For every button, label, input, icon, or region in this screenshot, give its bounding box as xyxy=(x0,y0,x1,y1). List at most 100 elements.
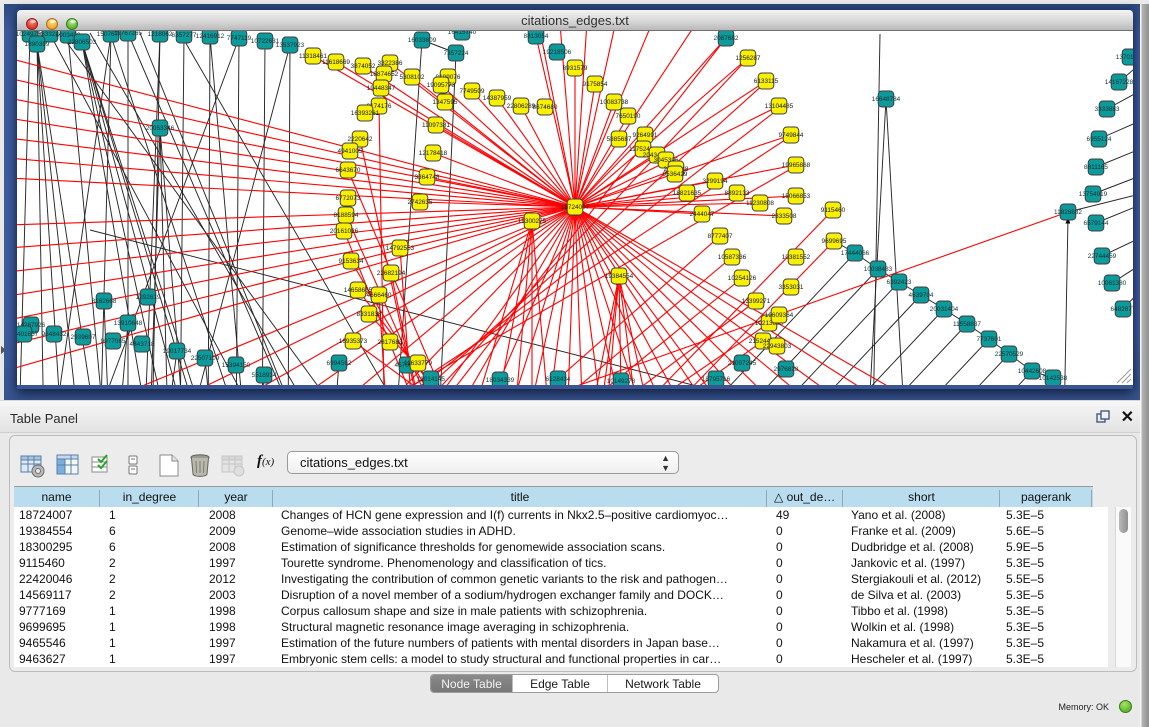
svg-text:16648784: 16648784 xyxy=(872,96,901,103)
svg-text:22806503: 22806503 xyxy=(68,39,97,46)
svg-text:1347595: 1347595 xyxy=(433,99,458,106)
svg-text:12416912: 12416912 xyxy=(196,33,225,40)
svg-text:13754919: 13754919 xyxy=(1079,191,1108,198)
svg-text:8931579: 8931579 xyxy=(563,65,588,72)
svg-text:11014145: 11014145 xyxy=(417,376,445,383)
svg-text:6133115: 6133115 xyxy=(754,78,779,85)
svg-text:13701506: 13701506 xyxy=(1116,54,1133,61)
svg-text:7737601: 7737601 xyxy=(977,336,1002,343)
svg-text:22570529: 22570529 xyxy=(995,351,1024,358)
svg-text:7747119: 7747119 xyxy=(227,35,252,42)
svg-text:10254126: 10254126 xyxy=(728,275,757,282)
svg-text:11097381: 11097381 xyxy=(422,122,450,129)
svg-text:6128434: 6128434 xyxy=(546,376,571,383)
svg-text:19609364: 19609364 xyxy=(765,312,794,319)
svg-text:3353031: 3353031 xyxy=(779,284,804,291)
svg-text:6482877: 6482877 xyxy=(1111,306,1133,313)
svg-text:11828882: 11828882 xyxy=(1054,209,1082,216)
svg-text:21097245: 21097245 xyxy=(728,360,757,367)
svg-text:12178418: 12178418 xyxy=(419,150,448,157)
svg-text:2939607: 2939607 xyxy=(71,334,96,341)
svg-text:19218506: 19218506 xyxy=(543,49,572,56)
svg-text:6643670: 6643670 xyxy=(336,167,361,174)
svg-text:1218062: 1218062 xyxy=(148,31,173,38)
svg-text:13537923: 13537923 xyxy=(276,42,305,49)
svg-text:4666460: 4666460 xyxy=(367,292,392,299)
svg-text:9175854: 9175854 xyxy=(583,81,608,88)
svg-text:17444066: 17444066 xyxy=(841,250,870,257)
svg-text:14167228: 14167228 xyxy=(1105,79,1133,86)
svg-text:2817683: 2817683 xyxy=(378,339,403,346)
svg-text:22507109: 22507109 xyxy=(191,355,220,362)
svg-text:8892133: 8892133 xyxy=(725,190,750,197)
svg-text:7650190: 7650190 xyxy=(616,113,641,120)
svg-text:14401657: 14401657 xyxy=(17,331,39,338)
svg-text:4639704: 4639704 xyxy=(909,292,934,299)
svg-text:6579144: 6579144 xyxy=(1084,220,1109,227)
svg-text:6772073: 6772073 xyxy=(336,195,361,202)
svg-text:19384554: 19384554 xyxy=(605,273,634,280)
svg-text:19965868: 19965868 xyxy=(782,162,811,169)
svg-text:22744459: 22744459 xyxy=(1088,253,1117,260)
svg-text:10442608: 10442608 xyxy=(1018,368,1047,375)
svg-text:15066853: 15066853 xyxy=(782,193,811,200)
svg-text:20031404: 20031404 xyxy=(930,306,959,313)
svg-text:7357224: 7357224 xyxy=(444,50,469,57)
svg-text:1256287: 1256287 xyxy=(736,55,761,62)
svg-text:10083738: 10083738 xyxy=(600,99,629,106)
svg-text:8182668: 8182668 xyxy=(92,298,117,305)
svg-text:7749509: 7749509 xyxy=(460,88,485,95)
svg-text:18874652: 18874652 xyxy=(370,71,399,78)
svg-text:2742635: 2742635 xyxy=(408,199,433,206)
svg-text:19448347: 19448347 xyxy=(367,85,396,92)
svg-text:15300275: 15300275 xyxy=(518,218,547,225)
svg-text:6955124: 6955124 xyxy=(1087,136,1112,143)
svg-text:1292619: 1292619 xyxy=(136,294,161,301)
svg-text:22682194: 22682194 xyxy=(377,270,406,277)
svg-text:18795716: 18795716 xyxy=(702,376,731,383)
svg-text:9749844: 9749844 xyxy=(779,132,804,139)
svg-text:10038483: 10038483 xyxy=(864,266,893,273)
svg-text:5885687: 5885687 xyxy=(607,136,632,143)
svg-text:8331838: 8331838 xyxy=(357,311,382,318)
svg-text:13104485: 13104485 xyxy=(765,103,794,110)
svg-text:8777407: 8777407 xyxy=(708,233,733,240)
svg-text:16935373: 16935373 xyxy=(339,338,368,345)
svg-text:8811165: 8811165 xyxy=(1084,164,1108,171)
svg-text:2220642: 2220642 xyxy=(348,136,373,143)
svg-text:9264991: 9264991 xyxy=(633,132,658,139)
svg-text:4941005: 4941005 xyxy=(338,148,363,155)
svg-text:16033809: 16033809 xyxy=(408,37,437,44)
svg-text:8813054: 8813054 xyxy=(524,33,549,40)
svg-text:16415740: 16415740 xyxy=(448,31,477,36)
svg-text:9153634: 9153634 xyxy=(339,258,364,265)
svg-text:14387959: 14387959 xyxy=(483,95,512,102)
svg-text:10142538: 10142538 xyxy=(1039,375,1068,382)
svg-text:2976828: 2976828 xyxy=(774,366,799,373)
svg-text:19017734: 19017734 xyxy=(163,348,192,355)
svg-text:9977065: 9977065 xyxy=(101,338,126,345)
svg-text:18821635: 18821635 xyxy=(673,190,702,197)
svg-text:15394150: 15394150 xyxy=(222,362,251,369)
svg-text:11230808: 11230808 xyxy=(746,200,774,207)
svg-text:22943803: 22943803 xyxy=(763,343,792,350)
svg-text:3364748: 3364748 xyxy=(415,174,440,181)
svg-text:6994562: 6994562 xyxy=(327,360,352,367)
svg-text:2333508: 2333508 xyxy=(772,213,797,220)
svg-text:11633779: 11633779 xyxy=(404,360,432,367)
svg-text:3333883: 3333883 xyxy=(1095,106,1120,113)
svg-text:4843718: 4843718 xyxy=(130,341,155,348)
svg-text:10381552: 10381552 xyxy=(782,254,811,261)
svg-text:2444047: 2444047 xyxy=(690,211,715,218)
svg-text:18034339: 18034339 xyxy=(486,377,515,384)
svg-text:6392423: 6392423 xyxy=(887,279,912,286)
svg-text:11558837: 11558837 xyxy=(953,321,981,328)
svg-text:16393261: 16393261 xyxy=(351,110,380,117)
svg-text:1890399: 1890399 xyxy=(25,41,50,48)
svg-text:11767265: 11767265 xyxy=(114,31,142,37)
svg-text:13399271: 13399271 xyxy=(742,298,771,305)
svg-text:20053346: 20053346 xyxy=(146,125,175,132)
svg-text:14792553: 14792553 xyxy=(386,245,415,252)
svg-text:9648432: 9648432 xyxy=(42,331,67,338)
svg-text:10587336: 10587336 xyxy=(718,254,747,261)
